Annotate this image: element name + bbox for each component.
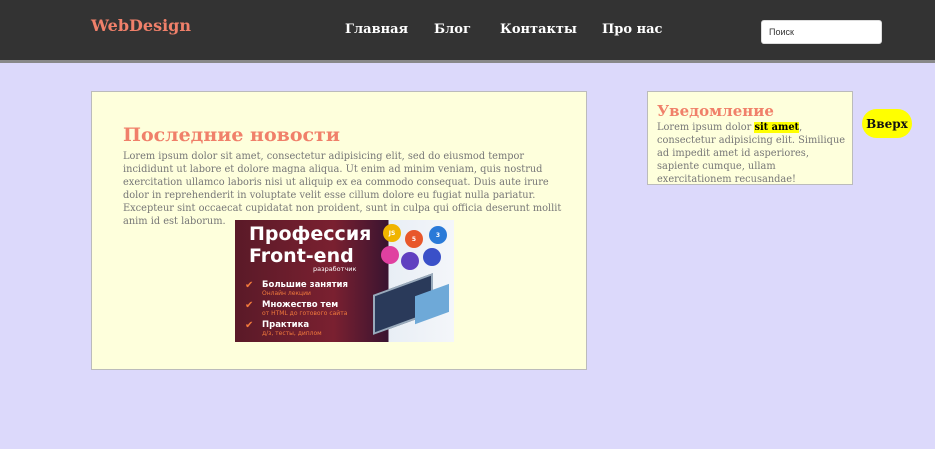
scroll-top-button[interactable]: Вверх xyxy=(862,109,912,138)
check-icon: ✔ xyxy=(245,300,254,311)
nav-link-home[interactable]: Главная xyxy=(345,22,408,37)
sass-icon xyxy=(381,246,399,264)
banner-title: Профессия Front-end xyxy=(249,223,372,267)
nav-link-about[interactable]: Про нас xyxy=(602,22,662,37)
search-input[interactable] xyxy=(761,20,882,44)
check-icon: ✔ xyxy=(245,320,254,331)
nav-link-blog[interactable]: Блог xyxy=(434,22,471,37)
webpack-icon xyxy=(423,248,441,266)
news-section: Последние новости Lorem ipsum dolor sit … xyxy=(91,91,587,370)
bootstrap-icon xyxy=(401,252,419,270)
notice-title: Уведомление xyxy=(657,102,774,120)
check-icon: ✔ xyxy=(245,280,254,291)
css3-icon: 3 xyxy=(429,226,447,244)
html5-icon: 5 xyxy=(405,230,423,248)
site-logo[interactable]: WebDesign xyxy=(91,16,191,35)
news-text: Lorem ipsum dolor sit amet, consectetur … xyxy=(123,151,562,227)
site-header: WebDesign Главная Блог Контакты Про нас xyxy=(0,0,935,63)
highlighted-text: sit amet xyxy=(754,122,800,133)
banner-subtitle: разработчик xyxy=(313,265,357,273)
notice-text: Lorem ipsum dolor sit amet, consectetur … xyxy=(657,122,846,185)
notice-section: Уведомление Lorem ipsum dolor sit amet, … xyxy=(647,91,853,185)
js-icon: JS xyxy=(383,224,401,242)
nav-link-contacts[interactable]: Контакты xyxy=(500,22,577,37)
news-title: Последние новости xyxy=(123,124,340,146)
frontend-course-banner[interactable]: Профессия Front-end разработчик ✔ Больши… xyxy=(235,220,454,342)
